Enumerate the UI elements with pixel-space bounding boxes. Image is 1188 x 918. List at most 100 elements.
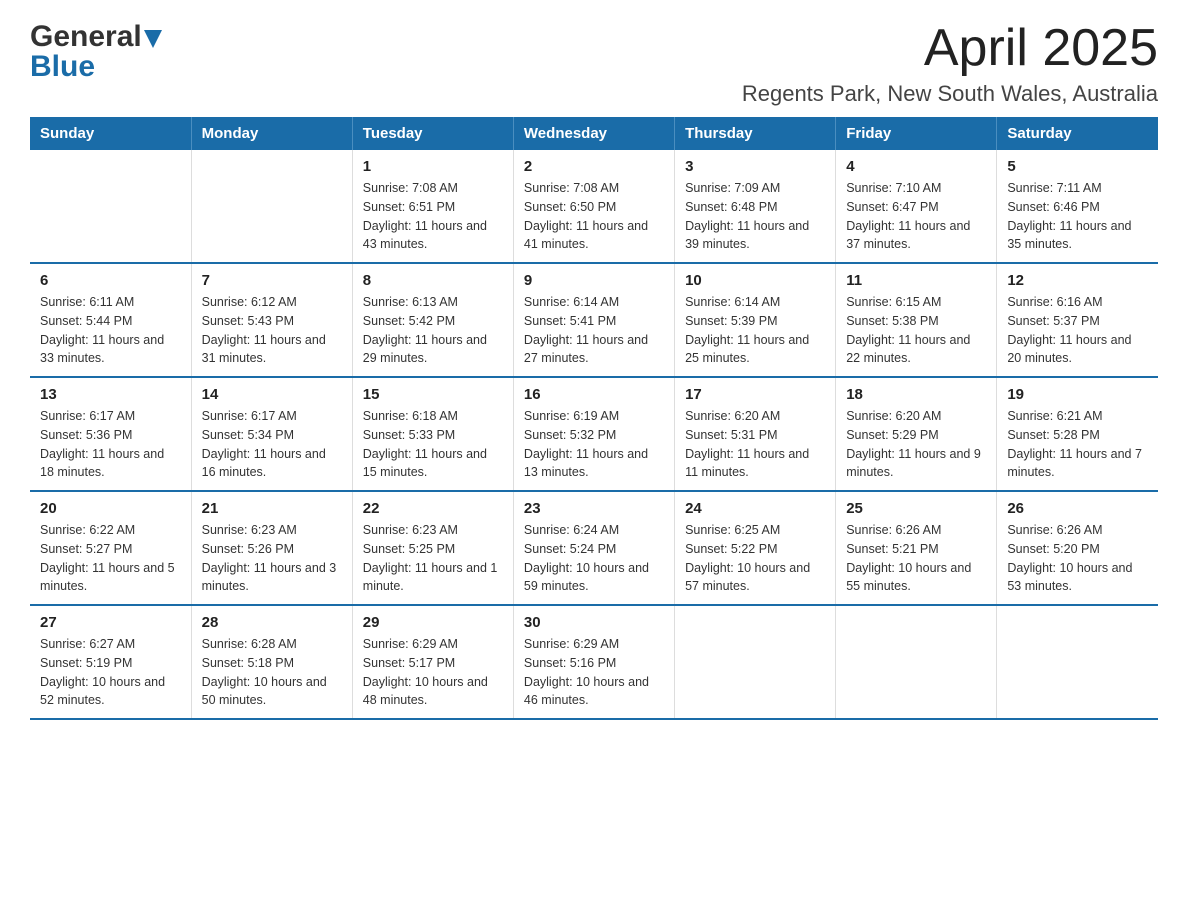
calendar-cell: 4Sunrise: 7:10 AMSunset: 6:47 PMDaylight… — [836, 150, 997, 263]
day-number: 30 — [524, 614, 664, 631]
day-number: 13 — [40, 386, 181, 403]
calendar-cell: 27 Sunrise: 6:27 AMSunset: 5:19 PMDayligh… — [30, 605, 191, 719]
day-info: Sunrise: 6:28 AMSunset: 5:18 PMDaylight:… — [202, 635, 342, 710]
calendar-cell: 8Sunrise: 6:13 AMSunset: 5:42 PMDaylight… — [352, 263, 513, 377]
day-number: 9 — [524, 272, 664, 289]
day-info: Sunrise: 6:20 AMSunset: 5:29 PMDaylight:… — [846, 407, 986, 482]
calendar-cell: 10 Sunrise: 6:14 AMSunset: 5:39 PMDayligh… — [675, 263, 836, 377]
day-number: 18 — [846, 386, 986, 403]
calendar-cell: 26 Sunrise: 6:26 AMSunset: 5:20 PMDayligh… — [997, 491, 1158, 605]
calendar-body: 1Sunrise: 7:08 AMSunset: 6:51 PMDaylight… — [30, 150, 1158, 719]
day-number: 7 — [202, 272, 342, 289]
day-number: 12 — [1007, 272, 1148, 289]
day-info: Sunrise: 6:23 AMSunset: 5:26 PMDaylight:… — [202, 521, 342, 596]
day-info: Sunrise: 6:26 AMSunset: 5:21 PMDaylight:… — [846, 521, 986, 596]
day-info: Sunrise: 6:15 AMSunset: 5:38 PMDaylight:… — [846, 293, 986, 368]
day-info: Sunrise: 6:17 AMSunset: 5:36 PMDaylight:… — [40, 407, 181, 482]
calendar-table: SundayMondayTuesdayWednesdayThursdayFrid… — [30, 117, 1158, 720]
day-of-week-header: Wednesday — [513, 117, 674, 150]
calendar-week-row: 20 Sunrise: 6:22 AMSunset: 5:27 PMDayligh… — [30, 491, 1158, 605]
calendar-cell: 29 Sunrise: 6:29 AMSunset: 5:17 PMDayligh… — [352, 605, 513, 719]
day-info: Sunrise: 7:10 AMSunset: 6:47 PMDaylight:… — [846, 179, 986, 254]
calendar-cell — [191, 150, 352, 263]
day-number: 25 — [846, 500, 986, 517]
day-info: Sunrise: 6:12 AMSunset: 5:43 PMDaylight:… — [202, 293, 342, 368]
day-number: 8 — [363, 272, 503, 289]
day-of-week-header: Monday — [191, 117, 352, 150]
day-number: 28 — [202, 614, 342, 631]
calendar-cell: 6Sunrise: 6:11 AMSunset: 5:44 PMDaylight… — [30, 263, 191, 377]
page-header: General Blue April 2025 Regents Park, Ne… — [30, 20, 1158, 107]
days-of-week-row: SundayMondayTuesdayWednesdayThursdayFrid… — [30, 117, 1158, 150]
day-info: Sunrise: 6:22 AMSunset: 5:27 PMDaylight:… — [40, 521, 181, 596]
day-number: 17 — [685, 386, 825, 403]
title-section: April 2025 Regents Park, New South Wales… — [742, 20, 1158, 107]
calendar-cell: 3 Sunrise: 7:09 AMSunset: 6:48 PMDaylight… — [675, 150, 836, 263]
day-info: Sunrise: 6:20 AMSunset: 5:31 PMDaylight:… — [685, 407, 825, 482]
calendar-cell: 18 Sunrise: 6:20 AMSunset: 5:29 PMDayligh… — [836, 377, 997, 491]
calendar-week-row: 13 Sunrise: 6:17 AMSunset: 5:36 PMDayligh… — [30, 377, 1158, 491]
day-number: 29 — [363, 614, 503, 631]
calendar-cell: 17 Sunrise: 6:20 AMSunset: 5:31 PMDayligh… — [675, 377, 836, 491]
calendar-cell — [30, 150, 191, 263]
day-info: Sunrise: 6:25 AMSunset: 5:22 PMDaylight:… — [685, 521, 825, 596]
calendar-cell — [836, 605, 997, 719]
calendar-cell: 28 Sunrise: 6:28 AMSunset: 5:18 PMDayligh… — [191, 605, 352, 719]
day-number: 10 — [685, 272, 825, 289]
day-number: 23 — [524, 500, 664, 517]
day-info: Sunrise: 6:21 AMSunset: 5:28 PMDaylight:… — [1007, 407, 1148, 482]
day-number: 26 — [1007, 500, 1148, 517]
calendar-cell: 21 Sunrise: 6:23 AMSunset: 5:26 PMDayligh… — [191, 491, 352, 605]
day-number: 20 — [40, 500, 181, 517]
day-info: Sunrise: 6:26 AMSunset: 5:20 PMDaylight:… — [1007, 521, 1148, 596]
calendar-cell: 22Sunrise: 6:23 AMSunset: 5:25 PMDayligh… — [352, 491, 513, 605]
calendar-cell: 19Sunrise: 6:21 AMSunset: 5:28 PMDayligh… — [997, 377, 1158, 491]
calendar-cell: 24 Sunrise: 6:25 AMSunset: 5:22 PMDayligh… — [675, 491, 836, 605]
main-title: April 2025 — [742, 20, 1158, 77]
day-number: 15 — [363, 386, 503, 403]
logo-blue-text: Blue — [30, 50, 162, 84]
calendar-cell — [997, 605, 1158, 719]
day-of-week-header: Friday — [836, 117, 997, 150]
calendar-week-row: 1Sunrise: 7:08 AMSunset: 6:51 PMDaylight… — [30, 150, 1158, 263]
logo-general-text: General — [30, 20, 142, 54]
calendar-header: SundayMondayTuesdayWednesdayThursdayFrid… — [30, 117, 1158, 150]
calendar-cell: 12Sunrise: 6:16 AMSunset: 5:37 PMDayligh… — [997, 263, 1158, 377]
calendar-week-row: 6Sunrise: 6:11 AMSunset: 5:44 PMDaylight… — [30, 263, 1158, 377]
day-info: Sunrise: 6:14 AMSunset: 5:39 PMDaylight:… — [685, 293, 825, 368]
calendar-cell: 11Sunrise: 6:15 AMSunset: 5:38 PMDayligh… — [836, 263, 997, 377]
calendar-cell: 23 Sunrise: 6:24 AMSunset: 5:24 PMDayligh… — [513, 491, 674, 605]
calendar-cell — [675, 605, 836, 719]
calendar-cell: 25 Sunrise: 6:26 AMSunset: 5:21 PMDayligh… — [836, 491, 997, 605]
day-number: 3 — [685, 158, 825, 175]
calendar-cell: 30 Sunrise: 6:29 AMSunset: 5:16 PMDayligh… — [513, 605, 674, 719]
day-number: 6 — [40, 272, 181, 289]
calendar-cell: 16 Sunrise: 6:19 AMSunset: 5:32 PMDayligh… — [513, 377, 674, 491]
logo-triangle-icon — [144, 30, 162, 48]
calendar-cell: 14Sunrise: 6:17 AMSunset: 5:34 PMDayligh… — [191, 377, 352, 491]
day-info: Sunrise: 6:18 AMSunset: 5:33 PMDaylight:… — [363, 407, 503, 482]
day-number: 14 — [202, 386, 342, 403]
day-number: 16 — [524, 386, 664, 403]
day-info: Sunrise: 6:24 AMSunset: 5:24 PMDaylight:… — [524, 521, 664, 596]
calendar-cell: 15 Sunrise: 6:18 AMSunset: 5:33 PMDayligh… — [352, 377, 513, 491]
day-number: 2 — [524, 158, 664, 175]
day-info: Sunrise: 6:14 AMSunset: 5:41 PMDaylight:… — [524, 293, 664, 368]
day-number: 24 — [685, 500, 825, 517]
day-number: 27 — [40, 614, 181, 631]
day-info: Sunrise: 6:29 AMSunset: 5:16 PMDaylight:… — [524, 635, 664, 710]
calendar-week-row: 27 Sunrise: 6:27 AMSunset: 5:19 PMDayligh… — [30, 605, 1158, 719]
day-of-week-header: Tuesday — [352, 117, 513, 150]
day-of-week-header: Saturday — [997, 117, 1158, 150]
day-info: Sunrise: 6:19 AMSunset: 5:32 PMDaylight:… — [524, 407, 664, 482]
day-info: Sunrise: 6:27 AMSunset: 5:19 PMDaylight:… — [40, 635, 181, 710]
day-info: Sunrise: 7:09 AMSunset: 6:48 PMDaylight:… — [685, 179, 825, 254]
calendar-cell: 5Sunrise: 7:11 AMSunset: 6:46 PMDaylight… — [997, 150, 1158, 263]
day-of-week-header: Sunday — [30, 117, 191, 150]
day-info: Sunrise: 7:08 AMSunset: 6:50 PMDaylight:… — [524, 179, 664, 254]
day-number: 21 — [202, 500, 342, 517]
day-number: 22 — [363, 500, 503, 517]
day-info: Sunrise: 6:29 AMSunset: 5:17 PMDaylight:… — [363, 635, 503, 710]
logo: General Blue — [30, 20, 162, 84]
calendar-cell: 20 Sunrise: 6:22 AMSunset: 5:27 PMDayligh… — [30, 491, 191, 605]
